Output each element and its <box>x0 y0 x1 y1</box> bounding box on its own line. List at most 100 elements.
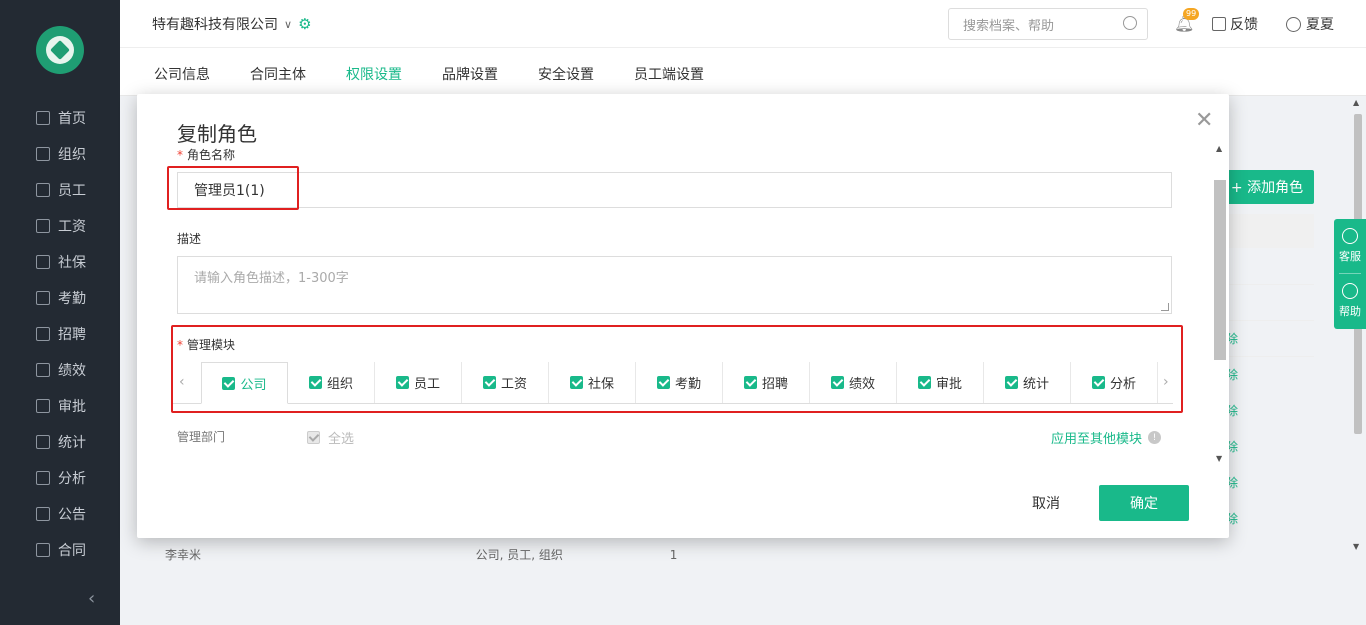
sidebar-item-label: 合同 <box>58 543 86 559</box>
headset-icon <box>1342 228 1358 244</box>
shield-icon <box>36 255 50 269</box>
user-name: 夏夏 <box>1306 17 1334 33</box>
sidebar-item-label: 审批 <box>58 399 86 415</box>
role-name-input[interactable]: 管理员1(1) <box>177 172 1172 208</box>
edit-icon <box>1212 17 1226 31</box>
close-icon[interactable]: ✕ <box>1195 110 1213 132</box>
stamp-icon <box>36 399 50 413</box>
feedback-label: 反馈 <box>1230 17 1258 33</box>
user-icon <box>1286 16 1301 32</box>
select-all-checkbox[interactable]: 全选 <box>307 428 354 447</box>
role-name-label-text: 角色名称 <box>187 148 236 162</box>
logo-mark-icon <box>46 36 74 64</box>
highlight-box <box>167 166 299 210</box>
tab-security[interactable]: 安全设置 <box>538 64 594 84</box>
company-logo[interactable] <box>36 26 84 74</box>
sidebar-item-announcement[interactable]: 公告 <box>0 496 120 532</box>
sidebar-item-salary[interactable]: 工资 <box>0 208 120 244</box>
calendar-icon <box>36 291 50 305</box>
dept-label: 管理部门 <box>177 430 226 444</box>
sidebar-item-label: 公告 <box>58 507 86 523</box>
apply-to-modules-link[interactable]: 应用至其他模块! <box>1051 428 1162 447</box>
scrollbar-thumb[interactable] <box>1214 180 1226 360</box>
company-name: 特有趣科技有限公司 <box>152 17 278 33</box>
scroll-down-icon[interactable]: ▼ <box>1353 542 1359 551</box>
sidebar-item-label: 统计 <box>58 435 86 451</box>
sidebar-item-statistics[interactable]: 统计 <box>0 424 120 460</box>
service-label: 客服 <box>1339 250 1361 263</box>
cancel-button[interactable]: 取消 <box>1019 486 1073 520</box>
scroll-up-icon[interactable]: ▲ <box>1353 98 1359 107</box>
description-textarea[interactable]: 请输入角色描述，1-300字 <box>177 256 1172 314</box>
employee-icon <box>36 183 50 197</box>
home-icon <box>36 111 50 125</box>
sidebar-item-employees[interactable]: 员工 <box>0 172 120 208</box>
sidebar-item-label: 员工 <box>58 183 86 199</box>
apply-link-label: 应用至其他模块 <box>1051 432 1143 447</box>
sidebar-nav: 首页 组织 员工 工资 社保 考勤 招聘 绩效 审批 统计 分析 公告 合同 <box>0 100 120 568</box>
sidebar-item-label: 考勤 <box>58 291 86 307</box>
search-placeholder: 搜索档案、帮助 <box>963 18 1055 34</box>
analysis-icon <box>36 471 50 485</box>
sidebar-item-label: 社保 <box>58 255 86 271</box>
help-label: 帮助 <box>1339 305 1361 318</box>
table-row: 李幸米 公司, 员工, 组织 1 <box>165 548 678 562</box>
description-label: 描述 <box>177 232 202 246</box>
service-float-bar: 客服 帮助 <box>1334 219 1366 329</box>
collapse-sidebar-icon[interactable]: ‹ <box>88 588 95 609</box>
recruit-icon <box>36 327 50 341</box>
info-icon[interactable]: ! <box>1148 431 1162 444</box>
org-icon <box>36 147 50 161</box>
select-all-label: 全选 <box>328 432 355 447</box>
sidebar-item-contract[interactable]: 合同 <box>0 532 120 568</box>
role-name-label: * 角色名称 <box>177 146 235 163</box>
sidebar: 首页 组织 员工 工资 社保 考勤 招聘 绩效 审批 统计 分析 公告 合同 ‹ <box>0 0 120 625</box>
confirm-button[interactable]: 确定 <box>1099 485 1189 521</box>
dialog-scrollbar[interactable]: ▲ ▼ <box>1213 142 1227 468</box>
feedback-button[interactable]: 反馈 <box>1212 14 1258 34</box>
sidebar-item-home[interactable]: 首页 <box>0 100 120 136</box>
copy-role-dialog: 复制角色 ✕ * 角色名称 管理员1(1) 描述 请输入角色描述，1-300字 *… <box>137 94 1229 538</box>
sidebar-item-label: 分析 <box>58 471 86 487</box>
tab-brand[interactable]: 品牌设置 <box>442 64 498 84</box>
sidebar-item-social-security[interactable]: 社保 <box>0 244 120 280</box>
dialog-title: 复制角色 <box>177 122 257 146</box>
scroll-down-icon[interactable]: ▼ <box>1216 454 1222 463</box>
trend-icon <box>36 363 50 377</box>
announcement-icon <box>36 507 50 521</box>
sidebar-item-attendance[interactable]: 考勤 <box>0 280 120 316</box>
help-button[interactable]: 帮助 <box>1334 274 1366 328</box>
customer-service-button[interactable]: 客服 <box>1334 219 1366 273</box>
search-input[interactable]: 搜索档案、帮助 <box>948 8 1148 40</box>
tab-permissions[interactable]: 权限设置 <box>346 64 402 84</box>
chevron-down-icon: ∨ <box>284 17 293 31</box>
compass-icon <box>1342 283 1358 299</box>
company-switcher[interactable]: 特有趣科技有限公司 ∨ ⚙ <box>152 14 312 34</box>
gear-icon[interactable]: ⚙ <box>298 15 311 33</box>
sidebar-item-organization[interactable]: 组织 <box>0 136 120 172</box>
sidebar-item-label: 首页 <box>58 111 86 127</box>
sidebar-item-label: 招聘 <box>58 327 86 343</box>
checkbox[interactable] <box>307 431 320 444</box>
resize-handle-icon[interactable] <box>1161 303 1169 311</box>
description-placeholder: 请输入角色描述，1-300字 <box>194 271 349 286</box>
sidebar-item-analysis[interactable]: 分析 <box>0 460 120 496</box>
sidebar-item-recruitment[interactable]: 招聘 <box>0 316 120 352</box>
sidebar-item-performance[interactable]: 绩效 <box>0 352 120 388</box>
bell-icon[interactable]: 🔔︎ 99 <box>1174 8 1200 33</box>
search-icon[interactable] <box>1123 16 1137 30</box>
tab-company-info[interactable]: 公司信息 <box>154 64 210 84</box>
sidebar-item-label: 绩效 <box>58 363 86 379</box>
notification-badge: 99 <box>1183 8 1200 20</box>
sidebar-item-label: 组织 <box>58 147 86 163</box>
scroll-up-icon[interactable]: ▲ <box>1216 144 1222 153</box>
tab-employee-app[interactable]: 员工端设置 <box>634 64 704 84</box>
tab-contract-entity[interactable]: 合同主体 <box>250 64 306 84</box>
sidebar-item-label: 工资 <box>58 219 86 235</box>
user-menu[interactable]: 夏夏 <box>1286 14 1334 34</box>
highlight-box <box>171 325 1183 413</box>
add-role-button[interactable]: + 添加角色 <box>1220 170 1314 204</box>
sidebar-item-approval[interactable]: 审批 <box>0 388 120 424</box>
top-header: 特有趣科技有限公司 ∨ ⚙ 搜索档案、帮助 🔔︎ 99 反馈 夏夏 <box>120 0 1366 48</box>
bar-chart-icon <box>36 435 50 449</box>
